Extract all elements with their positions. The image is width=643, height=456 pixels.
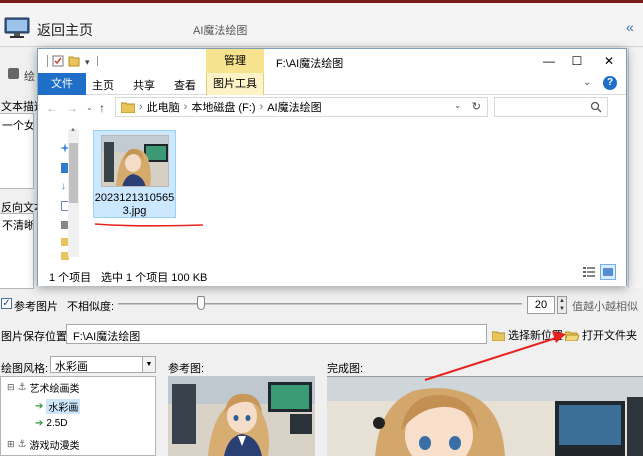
chevron-down-icon[interactable]: ▼ [142,357,155,372]
maximize-button[interactable]: ☐ [562,51,592,71]
tab-view[interactable]: 查看 [174,77,196,93]
chevron-down-icon[interactable]: ⌄ [583,77,591,88]
anchor-icon: ⚓ [17,382,27,393]
forward-arrow-icon[interactable]: → [66,101,78,115]
explorer-title-bar[interactable]: ▾ 管理 F:\AI魔法绘图 — ☐ ✕ [38,49,626,73]
choose-location-label: 选择新位置 [508,330,563,342]
app-title: AI魔法绘图 [193,25,248,37]
draw-style-select[interactable]: 水彩画 ▼ [50,356,156,373]
status-bar: 1 个项目 选中 1 个项目 100 KB [38,262,626,286]
reference-image-checkbox[interactable]: ✓ [1,298,12,309]
tree-item-label: 水彩画 [46,399,81,414]
save-location-input[interactable]: F:\AI魔法绘图 [66,324,487,344]
tree-item-anime[interactable]: ⊞ ⚓ 游戏动漫类 [7,437,80,452]
app-right-panel-edge [628,48,643,288]
selection-info: 选中 1 个项目 100 KB [101,272,208,284]
breadcrumb-folder[interactable]: AI魔法绘图 [267,99,321,115]
address-bar[interactable]: › 此电脑 › 本地磁盘 (F:) › AI魔法绘图 ⌄ ↻ [115,97,488,117]
collapse-node-icon[interactable]: ⊟ [7,382,15,393]
collapse-button[interactable]: « [626,19,634,35]
item-count: 1 个项目 [49,272,92,284]
open-folder-label: 打开文件夹 [582,330,637,342]
file-item[interactable]: 2023121310565 3.jpg [93,130,176,218]
svg-text:▾: ▾ [85,58,90,68]
arrow-right-icon: ➔ [35,418,44,429]
file-name-line: 3.jpg [122,205,147,217]
quick-access-toolbar: ▾ [45,54,103,68]
tree-item-label: 艺术绘画类 [29,384,80,395]
result-image [327,376,643,456]
manage-tab[interactable]: 管理 [206,49,264,73]
similarity-hint-label: 值越小越相似 [572,301,638,313]
tab-file[interactable]: 文件 [38,73,86,95]
dissimilarity-slider[interactable] [118,303,522,305]
back-arrow-icon[interactable]: ← [46,101,58,115]
spin-arrows[interactable]: ▲ ▼ [557,296,567,314]
save-location-label: 图片保存位置: [1,331,71,343]
tree-item-label: 游戏动漫类 [29,441,80,452]
reference-image-label: 参考图片 [14,301,58,313]
side-section-label: 绘 [24,71,35,83]
minimize-button[interactable]: — [534,51,564,71]
breadcrumb-this-pc[interactable]: 此电脑 [147,99,180,115]
close-button[interactable]: ✕ [594,51,624,71]
choose-location-button[interactable]: 选择新位置 [492,327,563,343]
dissimilarity-spin-input[interactable]: 20 [527,296,555,314]
up-arrow-icon[interactable]: ↑ [99,101,105,115]
open-folder-icon [565,330,579,341]
navigation-scrollbar-thumb[interactable] [69,143,78,203]
file-name-line: 2023121310565 [94,192,175,204]
style-tree: ⊟ ⚓ 艺术绘画类 ➔ 水彩画 ➔ 2.5D ⊞ ⚓ 游戏动漫类 [0,376,156,456]
search-icon [590,101,602,113]
details-view-icon[interactable] [583,266,595,278]
text-description-input[interactable]: 一个女孩 [0,113,34,189]
navigation-pane[interactable]: ↓ ▲ [38,121,88,261]
breadcrumb-separator: › [139,101,143,113]
download-icon: ↓ [61,181,66,192]
dissimilarity-slider-thumb[interactable] [197,296,206,310]
brush-icon [8,68,19,79]
folder-icon [492,330,505,341]
red-annotation-underline [93,221,205,229]
draw-style-label: 绘图风格: [1,363,49,375]
help-icon[interactable]: ? [603,76,617,90]
tab-picture-tools[interactable]: 图片工具 [206,73,264,95]
reference-image-title: 参考图: [168,363,205,375]
folder-icon [121,101,135,113]
arrow-right-icon: ➔ [35,401,44,412]
window-title: F:\AI魔法绘图 [276,58,344,70]
monitor-icon[interactable] [4,17,30,39]
scroll-up-icon[interactable]: ▲ [70,127,76,133]
search-input[interactable] [494,97,608,117]
tree-item-25d[interactable]: ➔ 2.5D [35,418,68,429]
app-header: 返回主页 AI魔法绘图 « [0,3,643,47]
breadcrumb-separator: › [183,101,188,113]
tree-item-art[interactable]: ⊟ ⚓ 艺术绘画类 [7,380,80,395]
expand-node-icon[interactable]: ⊞ [7,439,15,450]
address-row: ← → ⌄ ↑ › 此电脑 › 本地磁盘 (F:) › AI魔法绘图 ⌄ ↻ [38,95,626,121]
tree-item-watercolor[interactable]: ➔ 水彩画 [35,399,81,414]
large-icons-view-icon[interactable] [600,264,616,280]
refresh-icon[interactable]: ↻ [472,100,481,113]
tab-home[interactable]: 主页 [92,77,114,93]
chevron-down-icon[interactable]: ⌄ [454,101,461,110]
anchor-icon: ⚓ [17,439,27,450]
open-folder-button[interactable]: 打开文件夹 [565,327,637,343]
back-home-button[interactable]: 返回主页 [37,20,93,40]
dissimilarity-label: 不相似度: [67,301,115,313]
tree-item-label: 2.5D [46,418,68,429]
file-explorer-window[interactable]: ▾ 管理 F:\AI魔法绘图 — ☐ ✕ 文件 主页 共享 查看 图片工具 ⌄ … [37,48,627,286]
result-image-title: 完成图: [327,363,364,375]
image-thumbnail [101,135,169,187]
breadcrumb-separator: › [259,101,264,113]
negative-text-input[interactable]: 不清晰, [0,213,34,289]
ribbon-tabs: 文件 主页 共享 查看 图片工具 ⌄ ? [38,73,626,95]
recent-chevron-icon[interactable]: ⌄ [86,103,93,112]
draw-style-value: 水彩画 [55,361,88,373]
file-name: 2023121310565 3.jpg [94,192,175,218]
breadcrumb-local-disk[interactable]: 本地磁盘 (F:) [191,99,255,115]
tab-share[interactable]: 共享 [133,77,155,93]
reference-image [168,376,315,456]
